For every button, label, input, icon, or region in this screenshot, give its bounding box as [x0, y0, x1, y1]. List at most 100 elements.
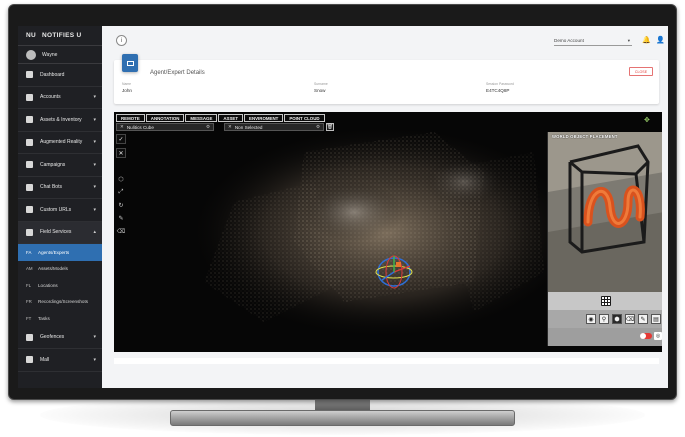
- point-cloud-viewer[interactable]: REMOTE ANNOTATION MESSAGE ASSET ENVIROME…: [114, 112, 662, 352]
- gear-icon[interactable]: ⚙: [316, 124, 320, 130]
- cube-icon[interactable]: ⬢: [612, 314, 622, 324]
- dashboard-icon: [26, 71, 33, 79]
- sidebar-item-label: Geofences: [40, 334, 65, 341]
- tab-asset[interactable]: ASSET: [218, 114, 244, 122]
- top-bar: i Demo Account ▾ 🔔 👤: [102, 26, 668, 56]
- sidebar-item-chat-bots[interactable]: Chat Bots ▾: [18, 177, 102, 199]
- message-icon[interactable]: ▤: [651, 314, 661, 324]
- chevron-down-icon: ▾: [93, 94, 96, 101]
- trash-button[interactable]: 🗑: [326, 123, 334, 131]
- tab-point-cloud[interactable]: POINT CLOUD: [284, 114, 325, 122]
- expand-icon[interactable]: ⤢: [117, 188, 125, 196]
- confirm-button[interactable]: ✓: [116, 134, 126, 144]
- sidebar-item-label: Assets & Inventory: [40, 116, 82, 123]
- sidebar-item-geofences[interactable]: Geofences ▾: [18, 327, 102, 349]
- brand-name: NOTIFIES U: [42, 32, 82, 39]
- eye-icon[interactable]: ◎: [654, 332, 662, 340]
- sidebar-item-dashboard[interactable]: Dashboard: [18, 64, 102, 87]
- pen-icon[interactable]: ✎: [638, 314, 648, 324]
- sidebar-subitem-agents-experts[interactable]: FA Agents/Experts: [18, 244, 102, 261]
- info-button[interactable]: i: [116, 35, 127, 46]
- sidebar-subitem-recordings[interactable]: FR Recordings/Screenshots: [18, 294, 102, 311]
- environment-select[interactable]: ✕ Non Selected ⚙: [224, 123, 324, 131]
- sidebar-item-label: Custom URLs: [40, 206, 72, 213]
- account-select-value: Demo Account: [554, 38, 584, 43]
- subitem-abbr: FA: [26, 249, 32, 255]
- sidebar-item-field-services[interactable]: Field Services ▴: [18, 221, 102, 244]
- bell-icon[interactable]: 🔔: [642, 36, 651, 44]
- card-icon: [122, 54, 138, 72]
- camera-icon[interactable]: ◉: [586, 314, 596, 324]
- pin-icon[interactable]: ⚲: [599, 314, 609, 324]
- sidebar-subitem-assets-models[interactable]: AM Assets/Models: [18, 261, 102, 278]
- briefcase-icon: [26, 228, 33, 236]
- name-field: Name John: [122, 82, 132, 93]
- sidebar-item-accounts[interactable]: Accounts ▾: [18, 87, 102, 109]
- phone-view: WORLD OBJECT PLACEMENT ◉ ⚲ ⬢ ⌫ ✎ ▤ ◎: [547, 132, 662, 346]
- chevron-down-icon: ▾: [93, 356, 96, 363]
- phone-tool-row: ◉ ⚲ ⬢ ⌫ ✎ ▤: [548, 310, 662, 328]
- subitem-abbr: FT: [26, 315, 32, 321]
- draw-icon[interactable]: ✎: [117, 214, 125, 222]
- sidebar-item-label: Dashboard: [40, 71, 65, 78]
- scene: NU NOTIFIES U Wayne Dashboard Accounts ▾…: [0, 0, 685, 437]
- sidebar-item-label: Augmented Reality: [40, 139, 83, 146]
- chevron-down-icon: ▾: [93, 334, 96, 341]
- record-toggle[interactable]: [640, 333, 652, 339]
- sidebar-item-label: Campaigns: [40, 161, 66, 168]
- cancel-button[interactable]: ✕: [116, 148, 126, 158]
- field-value: John: [122, 88, 132, 93]
- asset-select[interactable]: ✕ Nulitics Cube ⚙: [116, 123, 214, 131]
- subitem-abbr: FL: [26, 282, 32, 288]
- account-select[interactable]: Demo Account ▾: [554, 36, 632, 46]
- grid-menu-icon[interactable]: [601, 296, 611, 306]
- mall-icon: [26, 356, 33, 364]
- accounts-icon: [26, 93, 33, 101]
- viewer-tabs: REMOTE ANNOTATION MESSAGE ASSET ENVIROME…: [116, 114, 326, 122]
- environment-select-value: Non Selected: [234, 124, 263, 130]
- subitem-label: Agents/Experts: [38, 249, 70, 255]
- tab-remote[interactable]: REMOTE: [116, 114, 145, 122]
- sidebar-item-custom-urls[interactable]: Custom URLs ▾: [18, 199, 102, 222]
- gear-icon[interactable]: ⚙: [206, 124, 210, 130]
- details-card: Agent/Expert Details CLOSE Name John Sur…: [114, 54, 659, 104]
- assets-icon: [26, 116, 33, 124]
- compass-icon[interactable]: ✥: [644, 116, 658, 128]
- sidebar-item-campaigns[interactable]: Campaigns ▾: [18, 154, 102, 177]
- phone-camera-feed: WORLD OBJECT PLACEMENT: [548, 132, 662, 292]
- calendar-icon: [26, 161, 33, 169]
- brand[interactable]: NU NOTIFIES U: [18, 26, 102, 46]
- user-row[interactable]: Wayne: [18, 46, 102, 64]
- surname-field: Surname Snow: [314, 82, 328, 93]
- rotate-icon[interactable]: ↻: [117, 201, 125, 209]
- phone-title: WORLD OBJECT PLACEMENT: [552, 134, 618, 139]
- chevron-up-icon: ▴: [93, 229, 96, 236]
- field-label: Name: [122, 82, 132, 86]
- sidebar-item-augmented-reality[interactable]: Augmented Reality ▾: [18, 132, 102, 154]
- person-icon[interactable]: 👤: [656, 36, 665, 44]
- sidebar-item-assets-inventory[interactable]: Assets & Inventory ▾: [18, 109, 102, 132]
- chevron-down-icon: ▾: [93, 206, 96, 213]
- sidebar: NU NOTIFIES U Wayne Dashboard Accounts ▾…: [18, 26, 102, 388]
- tab-annotation[interactable]: ANNOTATION: [145, 114, 185, 122]
- eraser-icon[interactable]: ⌫: [625, 314, 635, 324]
- subitem-label: Recordings/Screenshots: [38, 299, 89, 305]
- tab-enviroment[interactable]: ENVIROMENT: [244, 114, 284, 122]
- subitem-label: Locations: [38, 282, 58, 288]
- placed-object-render: [548, 132, 662, 292]
- cube-icon[interactable]: ⬡: [117, 175, 125, 183]
- footer-strip: [114, 358, 659, 364]
- sidebar-subitem-locations[interactable]: FL Locations: [18, 277, 102, 294]
- sidebar-subitem-tasks[interactable]: FT Tasks: [18, 310, 102, 327]
- sidebar-item-mall[interactable]: Mall ▾: [18, 349, 102, 372]
- close-icon[interactable]: ✕: [228, 124, 232, 130]
- close-button[interactable]: CLOSE: [629, 67, 653, 76]
- chevron-down-icon: ▾: [93, 184, 96, 191]
- close-icon[interactable]: ✕: [120, 124, 124, 130]
- field-value: E4TC4Q8P: [486, 88, 510, 93]
- subitem-label: Assets/Models: [38, 266, 68, 272]
- eraser-icon[interactable]: ⌫: [117, 227, 125, 235]
- tab-message[interactable]: MESSAGE: [185, 114, 218, 122]
- app-screen: NU NOTIFIES U Wayne Dashboard Accounts ▾…: [18, 26, 668, 388]
- link-icon: [26, 206, 33, 214]
